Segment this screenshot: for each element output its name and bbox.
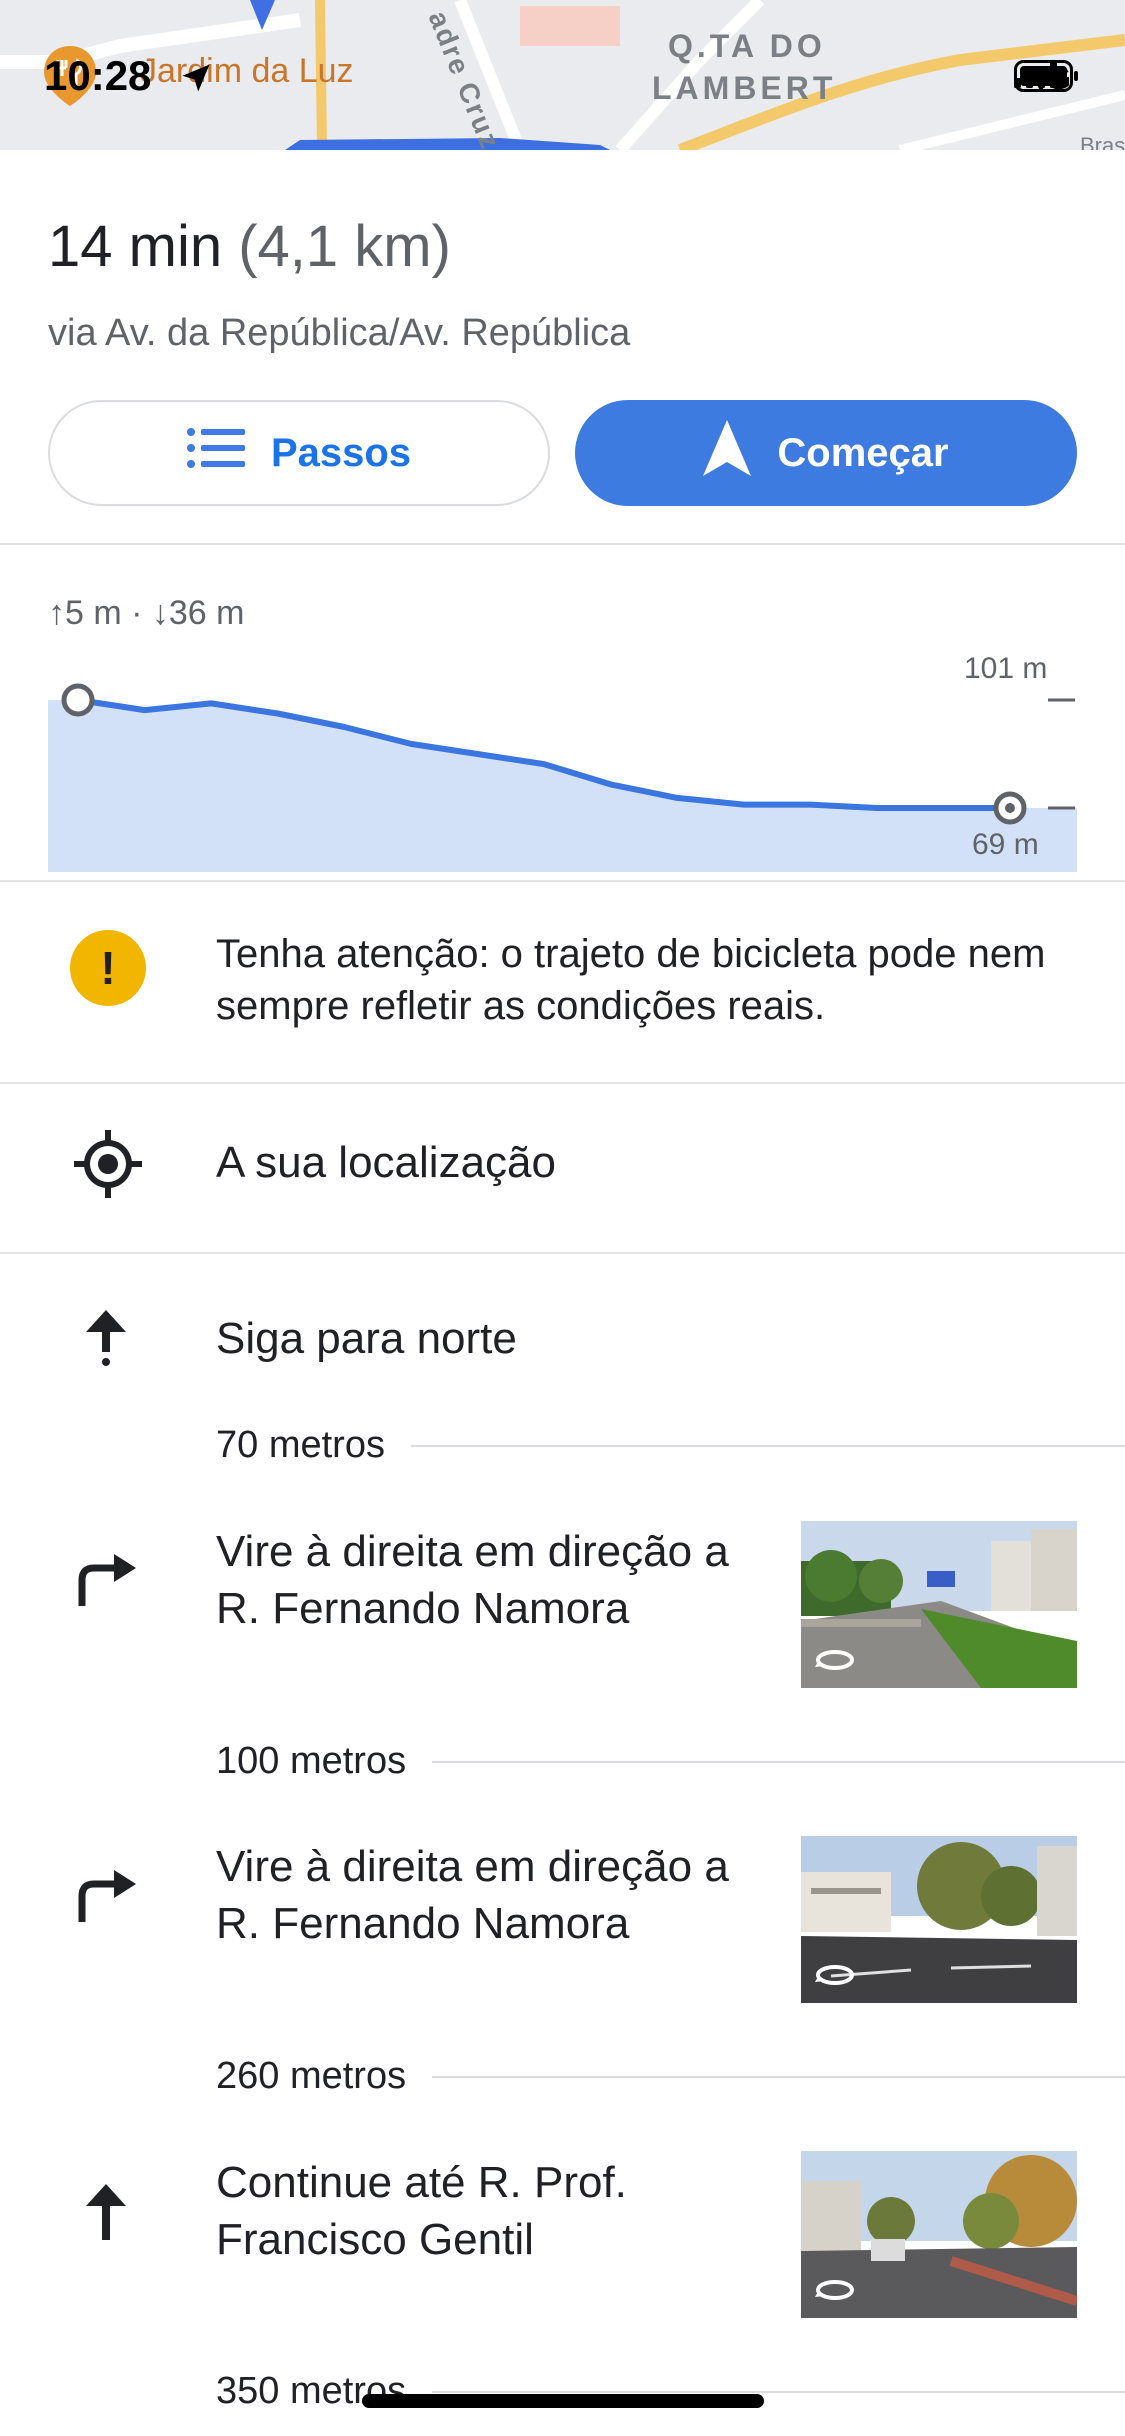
turn-right-icon [74,1552,140,1613]
map-district-label-1: Q.TA DO [668,28,826,64]
street-view-icon [815,1962,855,1993]
status-indicators: 4G [1014,60,1085,97]
map-preview[interactable]: Jardim da Luz adre Cruz Q.TA DO LAMBERT … [0,0,1125,150]
step-distance: 260 metros [216,2055,1125,2098]
step-instruction[interactable]: Vire à direita em direção a R. Fernando … [216,1838,756,1952]
divider [0,880,1125,882]
step-instruction[interactable]: Vire à direita em direção a R. Fernando … [216,1523,756,1637]
street-view-icon [815,1647,855,1678]
straight-arrow-icon [84,1310,128,1373]
step-instruction[interactable]: Siga para norte [216,1310,756,1367]
my-location-icon [72,1128,144,1205]
start-button[interactable]: Começar [575,400,1077,506]
route-distance: (4,1 km) [238,214,451,279]
list-icon [186,427,245,479]
warning-text: Tenha atenção: o trajeto de bicicleta po… [216,932,1046,1028]
elevation-end-marker [993,791,1027,825]
elevation-chart [48,683,1077,872]
home-indicator[interactable] [362,2394,764,2408]
street-view-icon [815,2277,855,2308]
step-instruction[interactable]: Continue até R. Prof. Francisco Gentil [216,2154,756,2268]
warning-icon: ! [70,930,146,1006]
route-duration: 14 min [48,214,223,279]
straight-arrow-icon [84,2184,128,2247]
steps-button[interactable]: Passos [48,400,550,506]
elevation-start-marker [61,683,95,717]
map-poi-label: Jardim da Luz [140,52,354,90]
start-button-label: Começar [777,430,949,475]
elevation-summary: ↑5 m · ↓36 m [48,594,245,632]
navigation-arrow-icon [703,420,752,486]
map-district-label-2: LAMBERT [652,70,837,106]
elevation-max-label: 101 m [964,652,1048,685]
divider [0,1082,1125,1084]
step-distance-label: 70 metros [216,1424,385,1466]
step-distance-label: 260 metros [216,2055,407,2097]
status-time: 10:28 [44,52,152,99]
elevation-min-label: 69 m [972,828,1039,861]
street-view-thumbnail[interactable] [801,2151,1077,2318]
steps-button-label: Passos [270,430,412,475]
elevation-area [48,700,1077,872]
step-distance-label: 100 metros [216,1740,407,1782]
divider [0,1252,1125,1254]
step-distance: 70 metros [216,1424,1125,1467]
origin-label: A sua localização [216,1138,556,1187]
step-distance: 100 metros [216,1740,1125,1783]
divider [0,543,1125,545]
turn-right-icon [74,1868,140,1929]
route-summary: 14 min (4,1 km) [48,212,451,282]
route-via: via Av. da República/Av. República [48,312,631,354]
street-view-thumbnail[interactable] [801,1521,1077,1688]
map-edge-label: Bras [1080,133,1125,150]
street-view-thumbnail[interactable] [801,1836,1077,2003]
